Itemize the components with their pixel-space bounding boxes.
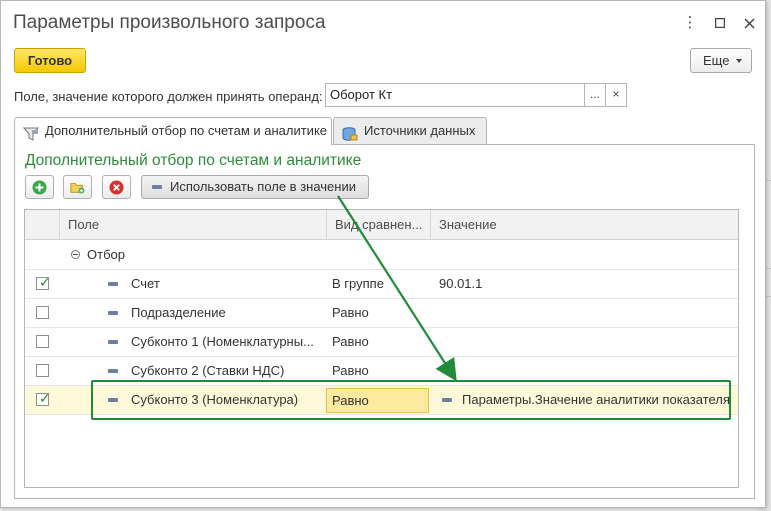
delete-button[interactable] bbox=[102, 175, 131, 199]
ready-button[interactable]: Готово bbox=[14, 48, 86, 73]
row-comparison: Равно bbox=[332, 363, 369, 378]
table-row[interactable]: ✓ Счет В группе 90.01.1 bbox=[25, 270, 738, 299]
row-checkbox[interactable]: ✓ bbox=[36, 391, 51, 406]
field-icon bbox=[108, 311, 118, 315]
filter-grid: Поле Вид сравнен... Значение Отбор ✓ Сче… bbox=[24, 209, 739, 488]
row-comparison: Равно bbox=[332, 305, 369, 320]
row-checkbox[interactable]: ✓ bbox=[36, 275, 51, 290]
operand-select-button[interactable]: ... bbox=[584, 83, 606, 107]
row-field: Подразделение bbox=[131, 305, 226, 320]
row-value: Параметры.Значение аналитики показателя bbox=[462, 392, 730, 407]
collapse-icon[interactable] bbox=[71, 250, 80, 259]
row-field: Субконто 3 (Номенклатура) bbox=[131, 392, 299, 407]
window-title: Параметры произвольного запроса bbox=[13, 12, 326, 33]
column-header-field[interactable]: Поле bbox=[59, 210, 326, 239]
table-row[interactable]: Субконто 2 (Ставки НДС) Равно bbox=[25, 357, 738, 386]
grid-header: Поле Вид сравнен... Значение bbox=[25, 210, 738, 240]
row-comparison: В группе bbox=[332, 276, 384, 291]
table-row[interactable]: Подразделение Равно bbox=[25, 299, 738, 328]
data-sources-icon bbox=[342, 124, 358, 141]
row-checkbox[interactable] bbox=[36, 335, 49, 348]
table-row-selected[interactable]: ✓ Субконто 3 (Номенклатура) Равно Параме… bbox=[25, 386, 738, 415]
tab-filter-label: Дополнительный отбор по счетам и аналити… bbox=[45, 123, 328, 138]
more-actions-icon[interactable]: ⋮ bbox=[681, 13, 699, 33]
operand-clear-button[interactable]: × bbox=[605, 83, 627, 107]
field-icon bbox=[108, 282, 118, 286]
section-title: Дополнительный отбор по счетам и аналити… bbox=[25, 152, 362, 169]
more-menu-label: Еще bbox=[703, 53, 730, 68]
column-header-comparison[interactable]: Вид сравнен... bbox=[326, 210, 430, 239]
add-button[interactable] bbox=[25, 175, 54, 199]
add-group-button[interactable] bbox=[63, 175, 92, 199]
delete-icon bbox=[109, 180, 124, 195]
tab-filter[interactable]: Дополнительный отбор по счетам и аналити… bbox=[14, 117, 332, 145]
row-field: Субконто 2 (Ставки НДС) bbox=[131, 363, 285, 378]
table-row[interactable]: Субконто 1 (Номенклатурны... Равно bbox=[25, 328, 738, 357]
field-icon bbox=[152, 185, 162, 189]
row-checkbox[interactable] bbox=[36, 306, 49, 319]
close-icon[interactable] bbox=[740, 13, 758, 33]
tab-data-sources[interactable]: Источники данных bbox=[333, 117, 487, 144]
group-row[interactable]: Отбор bbox=[25, 241, 738, 270]
filter-icon bbox=[22, 124, 40, 141]
row-comparison-editor[interactable]: Равно bbox=[326, 388, 429, 413]
field-icon bbox=[442, 398, 452, 402]
field-icon bbox=[108, 369, 118, 373]
use-field-in-value-button[interactable]: Использовать поле в значении bbox=[141, 175, 369, 199]
row-field: Субконто 1 (Номенклатурны... bbox=[131, 334, 314, 349]
row-value: 90.01.1 bbox=[439, 276, 483, 291]
row-checkbox[interactable] bbox=[36, 364, 49, 377]
field-icon bbox=[108, 398, 118, 402]
folder-add-icon bbox=[70, 183, 85, 194]
more-menu-button[interactable]: Еще bbox=[690, 48, 752, 73]
operand-label: Поле, значение которого должен принять о… bbox=[14, 89, 323, 104]
column-header-value[interactable]: Значение bbox=[430, 210, 738, 239]
group-label: Отбор bbox=[87, 247, 125, 262]
row-field: Счет bbox=[131, 276, 160, 291]
maximize-icon[interactable] bbox=[711, 13, 729, 33]
chevron-down-icon bbox=[736, 59, 742, 63]
add-icon bbox=[32, 180, 47, 195]
field-icon bbox=[108, 340, 118, 344]
operand-input[interactable]: Оборот Кт bbox=[325, 83, 585, 107]
tab-data-sources-label: Источники данных bbox=[364, 123, 476, 138]
row-comparison: Равно bbox=[332, 334, 369, 349]
use-field-in-value-label: Использовать поле в значении bbox=[170, 179, 356, 194]
